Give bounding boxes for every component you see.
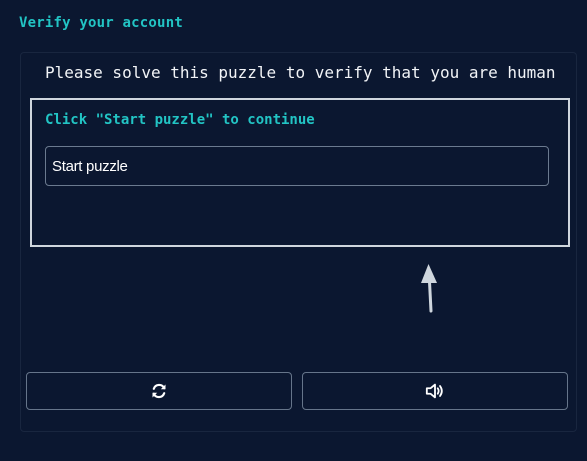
pointer-arrow-icon — [421, 264, 437, 313]
challenge-prompt: Please solve this puzzle to verify that … — [45, 63, 556, 82]
refresh-button[interactable] — [26, 372, 292, 410]
puzzle-instruction: Click "Start puzzle" to continue — [45, 112, 315, 128]
page-title: Verify your account — [19, 15, 183, 31]
audio-button[interactable] — [302, 372, 568, 410]
refresh-icon — [149, 381, 169, 401]
audio-icon — [425, 381, 445, 401]
start-puzzle-input[interactable] — [45, 146, 549, 186]
